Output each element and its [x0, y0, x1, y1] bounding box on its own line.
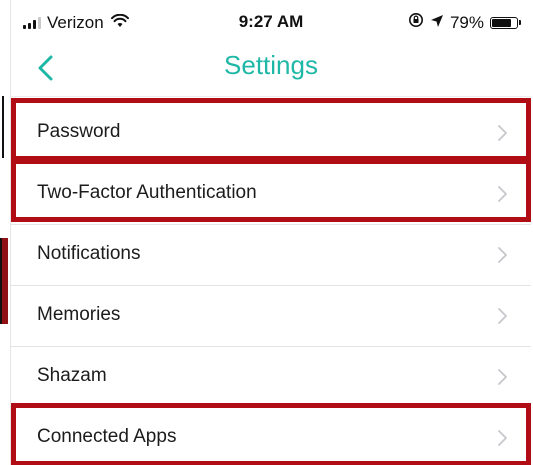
navigation-bar: Settings [11, 40, 531, 97]
settings-row-memories[interactable]: Memories [11, 286, 531, 347]
settings-row-password[interactable]: Password [11, 98, 531, 164]
settings-list: Password Two-Factor Authentication Notific… [11, 98, 531, 465]
settings-row-shazam[interactable]: Shazam [11, 347, 531, 408]
location-arrow-icon [430, 13, 444, 33]
chevron-right-icon [498, 247, 507, 263]
battery-level-fill [492, 18, 511, 27]
battery-percentage: 79% [449, 12, 484, 32]
settings-row-notifications[interactable]: Notifications [11, 225, 531, 286]
left-edge-marker [0, 238, 8, 324]
settings-row-label: Shazam [37, 365, 107, 386]
settings-row-connected-apps[interactable]: Connected Apps [11, 403, 531, 465]
chevron-right-icon [498, 308, 507, 324]
battery-icon [490, 16, 521, 29]
settings-row-label: Memories [37, 304, 121, 325]
highlight-box [11, 403, 531, 465]
left-edge-divider [0, 96, 4, 158]
status-right: 79% [408, 12, 521, 33]
highlight-box [11, 159, 531, 222]
highlight-box [11, 98, 531, 161]
settings-row-label: Notifications [37, 243, 141, 264]
lock-rotation-icon [408, 12, 424, 33]
status-bar: Verizon 9:27 AM 79% [11, 0, 531, 40]
phone-screen: Verizon 9:27 AM 79% Settings Password Tw… [10, 0, 531, 465]
screenshot-canvas: Verizon 9:27 AM 79% Settings Password Tw… [0, 0, 533, 465]
chevron-right-icon [498, 369, 507, 385]
page-title: Settings [224, 50, 318, 80]
settings-row-two-factor-authentication[interactable]: Two-Factor Authentication [11, 159, 531, 225]
